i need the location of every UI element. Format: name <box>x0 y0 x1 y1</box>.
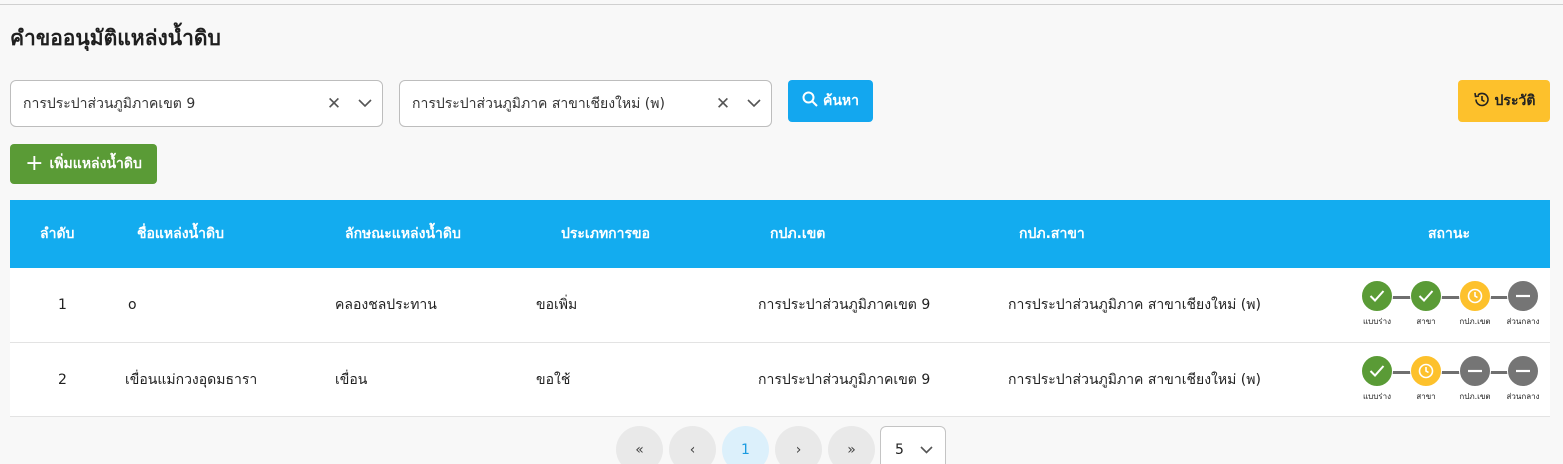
status-step-region: กปภ.เขต <box>1458 355 1492 403</box>
status-label: แบบร่าง <box>1362 317 1391 326</box>
table-row[interactable]: 2 เขื่อนแม่กวงอุดมธารา เขื่อน ขอใช้ การป… <box>10 343 1550 417</box>
header-no[interactable]: ลำดับ <box>40 223 74 245</box>
cell-branch: การประปาส่วนภูมิภาค สาขาเชียงใหม่ (พ) <box>1008 297 1261 313</box>
chevron-down-icon[interactable] <box>348 99 382 108</box>
pagination: « ‹ 1 › » <box>616 426 875 464</box>
top-divider <box>0 4 1563 5</box>
current-page-button[interactable]: 1 <box>722 426 769 464</box>
header-request-type[interactable]: ประเภทการขอ <box>561 223 650 245</box>
cell-request-type: ขอเพิ่ม <box>536 297 578 313</box>
header-branch[interactable]: กปภ.สาขา <box>1019 223 1085 245</box>
status-progress: แบบร่าง สาขา กปภ.เขต ส่วนกลาง <box>1358 280 1540 332</box>
status-step-central: ส่วนกลาง <box>1506 280 1540 328</box>
cell-characteristic: เขื่อน <box>335 371 368 388</box>
status-step-draft: แบบร่าง <box>1360 355 1394 403</box>
page-size-select[interactable]: 5 <box>880 426 946 464</box>
close-icon[interactable]: ✕ <box>709 94 737 114</box>
header-status[interactable]: สถานะ <box>1428 223 1470 245</box>
chevron-down-icon <box>920 442 933 458</box>
add-button-label: เพิ่มแหล่งน้ำดิบ <box>49 156 142 172</box>
cell-branch: การประปาส่วนภูมิภาค สาขาเชียงใหม่ (พ) <box>1008 371 1261 388</box>
next-page-button[interactable]: › <box>775 426 822 464</box>
status-step-central: ส่วนกลาง <box>1506 355 1540 403</box>
minus-icon <box>1516 369 1530 373</box>
header-region[interactable]: กปภ.เขต <box>770 223 825 245</box>
table-header: ลำดับ ชื่อแหล่งน้ำดิบ ลักษณะแหล่งน้ำดิบ … <box>10 200 1550 268</box>
status-label: กปภ.เขต <box>1459 317 1491 326</box>
search-button[interactable]: ค้นหา <box>788 80 873 122</box>
water-source-table: ลำดับ ชื่อแหล่งน้ำดิบ ลักษณะแหล่งน้ำดิบ … <box>10 200 1550 417</box>
status-track <box>1376 296 1523 299</box>
cell-no: 2 <box>58 371 67 388</box>
status-step-draft: แบบร่าง <box>1360 280 1394 328</box>
history-button[interactable]: ประวัติ <box>1458 80 1550 122</box>
clock-icon <box>1418 363 1434 379</box>
minus-icon <box>1516 294 1530 298</box>
header-characteristic[interactable]: ลักษณะแหล่งน้ำดิบ <box>345 223 461 245</box>
status-label: กปภ.เขต <box>1459 392 1491 401</box>
region-select[interactable]: การประปาส่วนภูมิภาคเขต 9 ✕ <box>10 80 383 127</box>
status-dot <box>1361 355 1393 387</box>
cell-characteristic: คลองชลประทาน <box>335 297 437 313</box>
header-name[interactable]: ชื่อแหล่งน้ำดิบ <box>137 223 224 245</box>
table-row[interactable]: 1 o คลองชลประทาน ขอเพิ่ม การประปาส่วนภูม… <box>10 268 1550 343</box>
status-dot <box>1361 280 1393 312</box>
status-step-branch: สาขา <box>1409 355 1443 403</box>
cell-name: o <box>128 297 137 313</box>
status-label: ส่วนกลาง <box>1506 392 1540 401</box>
history-button-label: ประวัติ <box>1494 93 1536 109</box>
status-dot <box>1507 280 1539 312</box>
status-step-branch: สาขา <box>1409 280 1443 328</box>
status-label: สาขา <box>1416 317 1436 326</box>
minus-icon <box>1468 369 1482 373</box>
close-icon[interactable]: ✕ <box>320 94 348 114</box>
prev-page-button[interactable]: ‹ <box>669 426 716 464</box>
check-icon <box>1418 290 1434 302</box>
status-dot <box>1410 280 1442 312</box>
page-title: คำขออนุมัติแหล่งน้ำดิบ <box>10 26 221 50</box>
chevron-down-icon[interactable] <box>737 99 771 108</box>
region-select-value: การประปาส่วนภูมิภาคเขต 9 <box>23 95 196 112</box>
branch-select-value: การประปาส่วนภูมิภาค สาขาเชียงใหม่ (พ) <box>412 95 665 112</box>
status-label: แบบร่าง <box>1362 392 1391 401</box>
cell-request-type: ขอใช้ <box>536 371 571 388</box>
status-label: สาขา <box>1416 392 1436 401</box>
search-icon <box>802 91 818 111</box>
branch-select[interactable]: การประปาส่วนภูมิภาค สาขาเชียงใหม่ (พ) ✕ <box>399 80 772 127</box>
status-dot <box>1459 280 1491 312</box>
page-size-value: 5 <box>895 441 904 458</box>
status-label: ส่วนกลาง <box>1506 317 1540 326</box>
first-page-button[interactable]: « <box>616 426 663 464</box>
cell-region: การประปาส่วนภูมิภาคเขต 9 <box>758 371 931 388</box>
cell-region: การประปาส่วนภูมิภาคเขต 9 <box>758 297 931 313</box>
status-dot <box>1507 355 1539 387</box>
add-water-source-button[interactable]: + เพิ่มแหล่งน้ำดิบ <box>10 144 157 184</box>
status-step-region: กปภ.เขต <box>1458 280 1492 328</box>
check-icon <box>1369 365 1385 377</box>
status-dot <box>1459 355 1491 387</box>
status-progress: แบบร่าง สาขา กปภ.เขต ส่วนกลาง <box>1358 355 1540 407</box>
status-dot <box>1410 355 1442 387</box>
status-track <box>1376 371 1523 374</box>
cell-name: เขื่อนแม่กวงอุดมธารา <box>125 371 258 388</box>
plus-icon: + <box>25 151 44 176</box>
search-button-label: ค้นหา <box>822 93 860 109</box>
cell-no: 1 <box>58 297 67 313</box>
clock-icon <box>1467 288 1483 304</box>
check-icon <box>1369 290 1385 302</box>
history-icon <box>1473 91 1490 112</box>
last-page-button[interactable]: » <box>828 426 875 464</box>
